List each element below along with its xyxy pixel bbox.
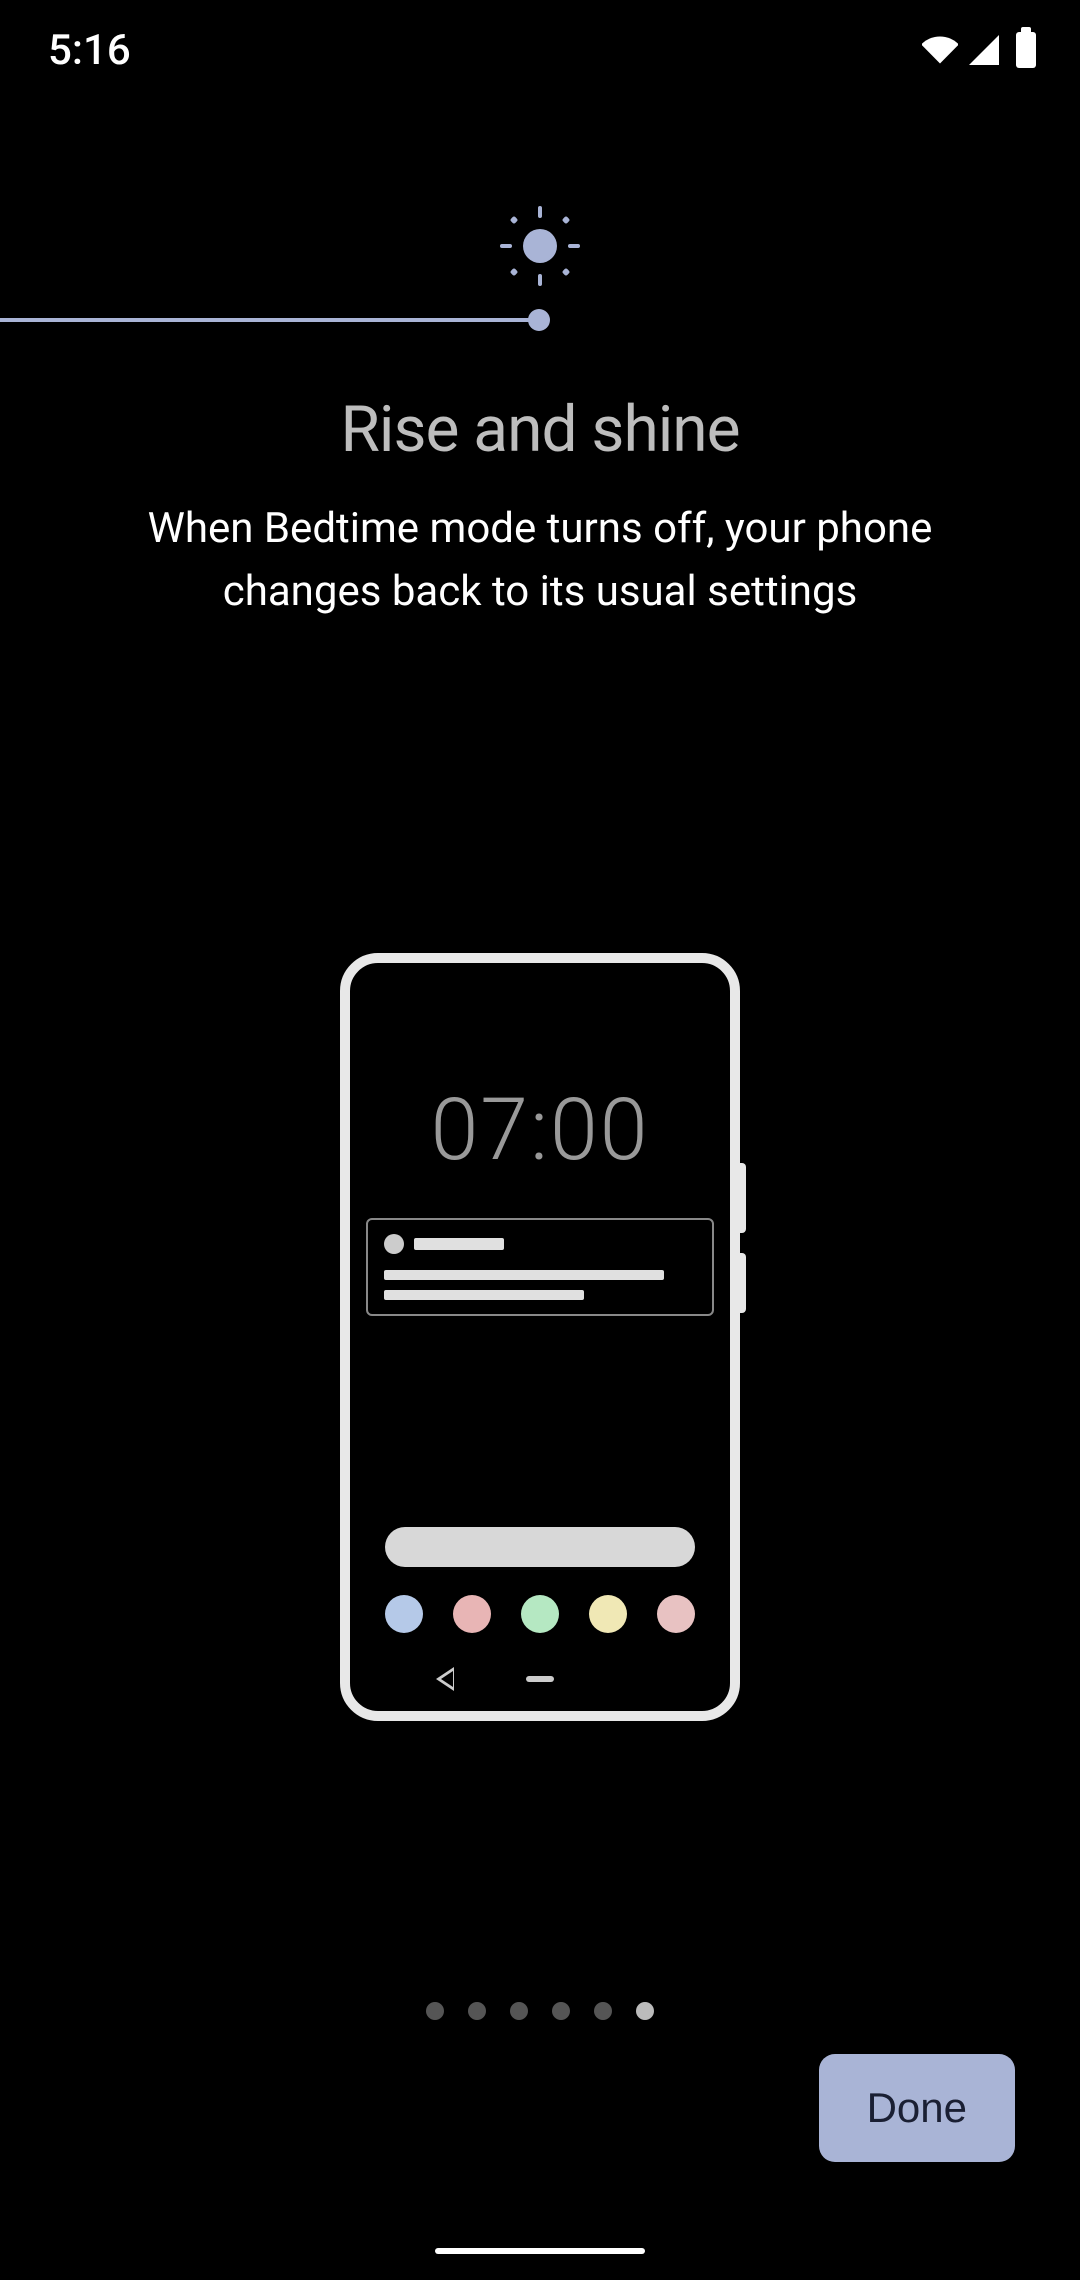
page-dot-active[interactable] [636,2002,654,2020]
illustration-app [589,1595,627,1633]
illustration-app-row [362,1595,718,1633]
status-bar: 5:16 [0,0,1080,76]
page-dot[interactable] [552,2002,570,2020]
sun-icon [500,206,580,286]
page-description: When Bedtime mode turns off, your phone … [0,497,1080,623]
done-button[interactable]: Done [819,2054,1015,2162]
battery-icon [1016,32,1036,68]
wifi-icon [922,32,958,68]
phone-illustration: 07:00 [340,953,740,1721]
page-dot[interactable] [510,2002,528,2020]
illustration-app [657,1595,695,1633]
page-dot[interactable] [426,2002,444,2020]
sun-icon-container [0,206,1080,286]
page-title: Rise and shine [0,392,1080,467]
gesture-bar[interactable] [435,2248,645,2254]
horizon-progress [0,318,540,322]
illustration-search-bar [385,1527,695,1567]
signal-icon [966,32,1002,68]
illustration-time: 07:00 [362,1079,718,1180]
status-time: 5:16 [48,26,131,75]
illustration-app [453,1595,491,1633]
illustration-back-icon [436,1667,454,1691]
phone-illustration-container: 07:00 [0,953,1080,1721]
illustration-notification [366,1218,714,1316]
illustration-app [521,1595,559,1633]
horizon-thumb [528,309,550,331]
status-icons [922,32,1036,68]
page-dot[interactable] [468,2002,486,2020]
page-dot[interactable] [594,2002,612,2020]
illustration-app [385,1595,423,1633]
page-indicators [426,2002,654,2020]
illustration-home-icon [526,1676,554,1682]
